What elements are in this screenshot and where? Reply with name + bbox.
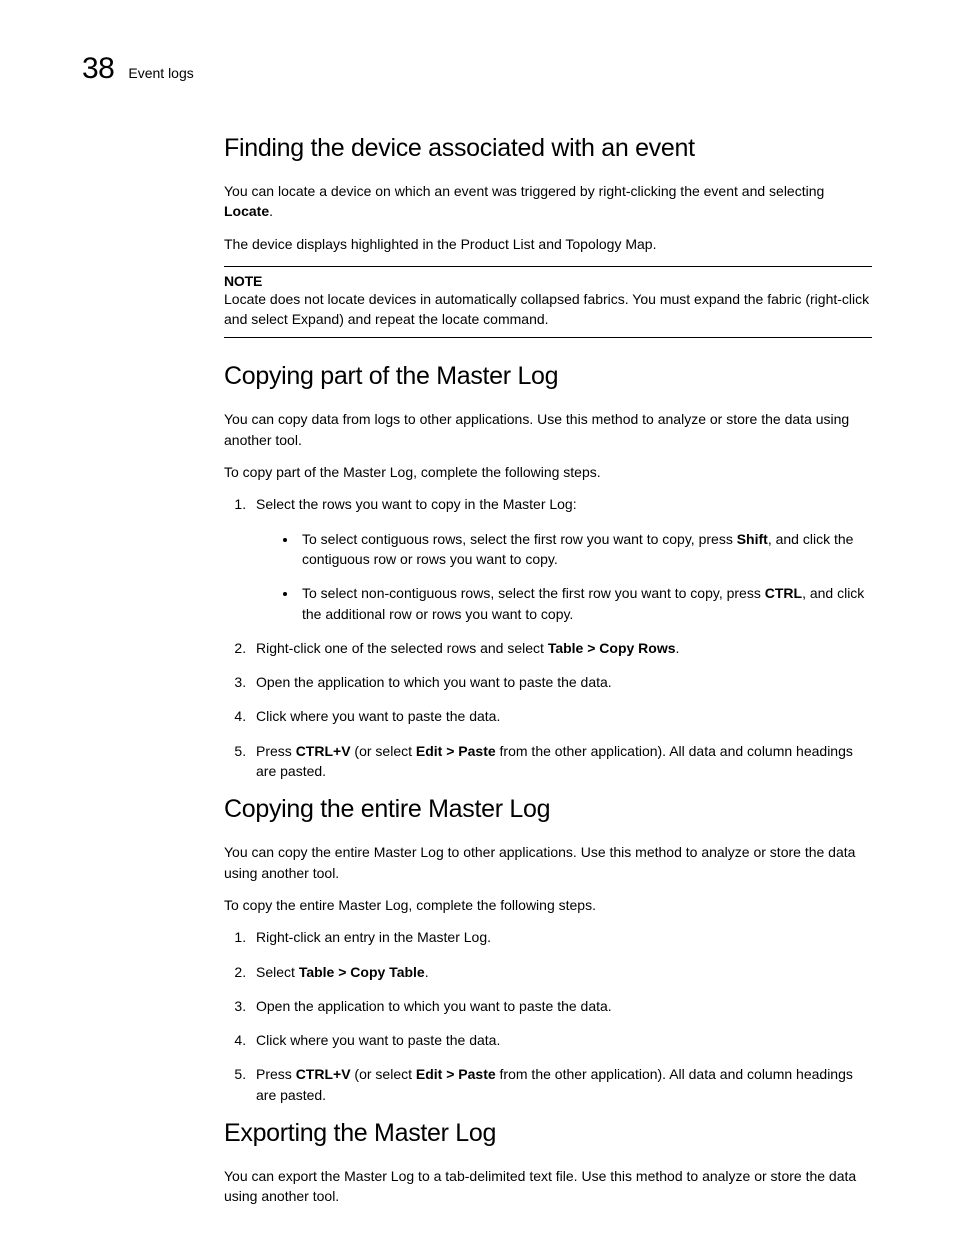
text-fragment: You can locate a device on which an even…	[224, 183, 824, 199]
list-item: Right-click an entry in the Master Log.	[250, 927, 872, 947]
list-item: Press CTRL+V (or select Edit > Paste fro…	[250, 741, 872, 782]
copy-part-sub-bullets: To select contiguous rows, select the fi…	[256, 529, 872, 624]
text-fragment: Select the rows you want to copy in the …	[256, 496, 577, 512]
list-item: To select non-contiguous rows, select th…	[298, 583, 872, 624]
list-item: To select contiguous rows, select the fi…	[298, 529, 872, 570]
finding-paragraph-2: The device displays highlighted in the P…	[224, 234, 872, 254]
ctrl-key-label: CTRL	[765, 585, 802, 601]
header-section-title: Event logs	[128, 65, 193, 81]
menu-path-label: Edit > Paste	[416, 1066, 496, 1082]
exporting-intro-1: You can export the Master Log to a tab-d…	[224, 1166, 872, 1207]
shortcut-label: CTRL+V	[296, 743, 351, 759]
list-item: Click where you want to paste the data.	[250, 706, 872, 726]
note-text: Locate does not locate devices in automa…	[224, 289, 872, 330]
copy-part-intro-2: To copy part of the Master Log, complete…	[224, 462, 872, 482]
copy-entire-steps: Right-click an entry in the Master Log. …	[224, 927, 872, 1105]
text-fragment: Select	[256, 964, 299, 980]
copy-entire-intro-1: You can copy the entire Master Log to ot…	[224, 842, 872, 883]
text-fragment: Press	[256, 743, 296, 759]
text-fragment: To select non-contiguous rows, select th…	[302, 585, 765, 601]
heading-copy-entire: Copying the entire Master Log	[224, 795, 872, 824]
text-fragment: .	[269, 203, 273, 219]
menu-path-label: Edit > Paste	[416, 743, 496, 759]
list-item: Select the rows you want to copy in the …	[250, 494, 872, 623]
page-number: 38	[82, 52, 114, 86]
finding-paragraph-1: You can locate a device on which an even…	[224, 181, 872, 222]
menu-path-label: Table > Copy Rows	[548, 640, 676, 656]
list-item: Right-click one of the selected rows and…	[250, 638, 872, 658]
page-container: 38 Event logs Finding the device associa…	[0, 0, 954, 1235]
text-fragment: Press	[256, 1066, 296, 1082]
copy-part-steps: Select the rows you want to copy in the …	[224, 494, 872, 781]
shortcut-label: CTRL+V	[296, 1066, 351, 1082]
note-box: NOTE Locate does not locate devices in a…	[224, 266, 872, 339]
text-fragment: (or select	[351, 1066, 416, 1082]
note-label: NOTE	[224, 273, 872, 289]
locate-command-label: Locate	[224, 203, 269, 219]
copy-entire-intro-2: To copy the entire Master Log, complete …	[224, 895, 872, 915]
copy-part-intro-1: You can copy data from logs to other app…	[224, 409, 872, 450]
list-item: Click where you want to paste the data.	[250, 1030, 872, 1050]
text-fragment: .	[676, 640, 680, 656]
text-fragment: (or select	[351, 743, 416, 759]
heading-finding-device: Finding the device associated with an ev…	[224, 134, 872, 163]
heading-copy-part: Copying part of the Master Log	[224, 362, 872, 391]
shift-key-label: Shift	[737, 531, 768, 547]
text-fragment: .	[425, 964, 429, 980]
list-item: Open the application to which you want t…	[250, 672, 872, 692]
text-fragment: Right-click one of the selected rows and…	[256, 640, 548, 656]
heading-exporting: Exporting the Master Log	[224, 1119, 872, 1148]
text-fragment: To select contiguous rows, select the fi…	[302, 531, 737, 547]
content-area: Finding the device associated with an ev…	[224, 134, 872, 1207]
menu-path-label: Table > Copy Table	[299, 964, 425, 980]
list-item: Open the application to which you want t…	[250, 996, 872, 1016]
running-header: 38 Event logs	[82, 52, 872, 86]
list-item: Select Table > Copy Table.	[250, 962, 872, 982]
list-item: Press CTRL+V (or select Edit > Paste fro…	[250, 1064, 872, 1105]
